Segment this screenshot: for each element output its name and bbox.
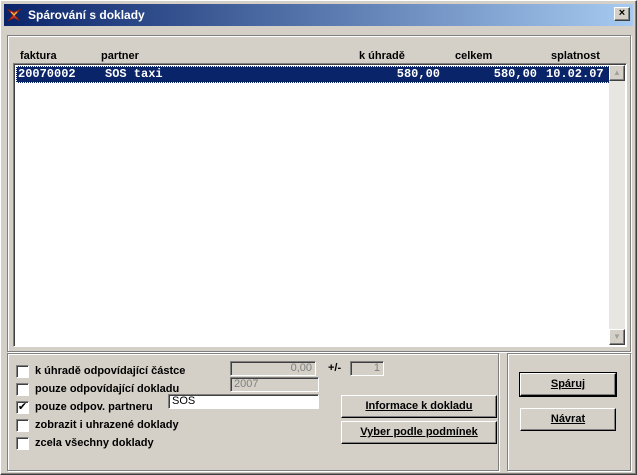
partneru-label: pouze odpov. partneru: [35, 401, 153, 413]
filter-vse[interactable]: zcela všechny doklady: [16, 436, 154, 450]
filter-options-group: k úhradě odpovídající částce 0,00 +/- 1 …: [7, 353, 499, 471]
vse-checkbox[interactable]: [16, 436, 29, 450]
dokladu-checkbox[interactable]: [16, 382, 29, 396]
arrow-down-icon: ▼: [613, 332, 621, 341]
col-header-celkem[interactable]: celkem: [455, 50, 492, 62]
document-field[interactable]: 2007: [230, 377, 319, 392]
k-uhrade-label: k úhradě odpovídající částce: [35, 365, 186, 377]
filter-uhrazene[interactable]: zobrazit i uhrazené doklady: [16, 418, 179, 432]
pairing-dialog: Spárování s doklady × faktura partner k …: [0, 0, 637, 475]
col-header-partner[interactable]: partner: [101, 50, 139, 62]
documents-grid[interactable]: 20070002 SOS taxi 580,00 580,00 10.02.07…: [13, 63, 627, 347]
cell-partner: SOS taxi: [105, 67, 163, 81]
vse-label: zcela všechny doklady: [35, 437, 154, 449]
documents-group: faktura partner k úhradě celkem splatnos…: [7, 35, 631, 352]
filter-dokladu[interactable]: pouze odpovídající dokladu: [16, 382, 179, 396]
cell-k-uhrade: 580,00: [396, 67, 440, 81]
check-icon: ✔: [17, 399, 28, 413]
scroll-down-button[interactable]: ▼: [609, 329, 625, 345]
cell-splatnost: 10.02.07: [546, 67, 604, 81]
vertical-scrollbar[interactable]: ▲ ▼: [609, 65, 625, 345]
partneru-checkbox[interactable]: ✔: [16, 399, 29, 414]
filter-k-uhrade[interactable]: k úhradě odpovídající částce: [16, 364, 185, 378]
col-header-splatnost[interactable]: splatnost: [551, 50, 600, 62]
col-header-k-uhrade[interactable]: k úhradě: [359, 50, 405, 62]
plusminus-label: +/-: [328, 362, 342, 374]
amount-field[interactable]: 0,00: [230, 361, 316, 376]
col-header-faktura[interactable]: faktura: [20, 50, 57, 62]
pair-button[interactable]: Spáruj: [519, 372, 617, 397]
select-by-conditions-button[interactable]: Vyber podle podmínek: [341, 421, 497, 444]
arrow-up-icon: ▲: [613, 68, 621, 77]
partner-field[interactable]: SOS: [168, 394, 319, 409]
actions-group: Spáruj Návrat: [507, 353, 631, 471]
tolerance-field[interactable]: 1: [350, 361, 384, 376]
cell-faktura: 20070002: [18, 67, 76, 81]
app-icon: [6, 7, 22, 23]
scroll-up-button[interactable]: ▲: [609, 65, 625, 81]
window-title: Spárování s doklady: [28, 8, 145, 22]
grid-header: faktura partner k úhradě celkem splatnos…: [15, 50, 619, 64]
back-button[interactable]: Návrat: [520, 408, 616, 431]
uhrazene-label: zobrazit i uhrazené doklady: [35, 419, 179, 431]
title-bar[interactable]: Spárování s doklady ×: [4, 4, 633, 26]
document-info-button[interactable]: Informace k dokladu: [341, 395, 497, 418]
uhrazene-checkbox[interactable]: [16, 418, 29, 432]
close-icon: ×: [618, 7, 626, 19]
filter-partneru[interactable]: ✔ pouze odpov. partneru: [16, 400, 153, 414]
table-row[interactable]: 20070002 SOS taxi 580,00 580,00 10.02.07: [16, 66, 610, 83]
close-button[interactable]: ×: [614, 7, 630, 21]
k-uhrade-checkbox[interactable]: [16, 364, 29, 378]
cell-celkem: 580,00: [493, 67, 537, 81]
dokladu-label: pouze odpovídající dokladu: [35, 383, 180, 395]
